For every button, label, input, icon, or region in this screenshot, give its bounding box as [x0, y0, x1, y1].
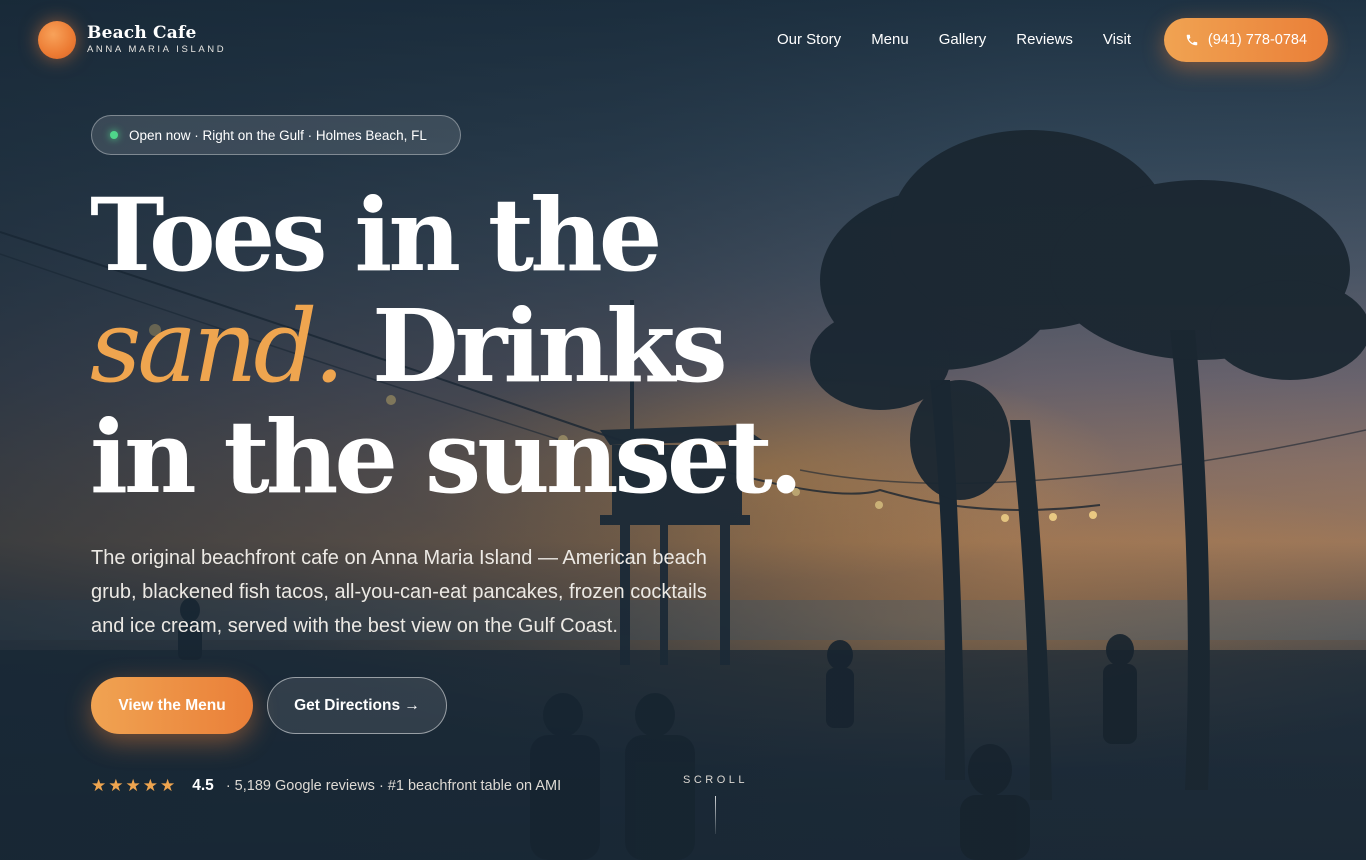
- status-badge: Open now · Right on the Gulf · Holmes Be…: [91, 115, 461, 155]
- scroll-indicator[interactable]: SCROLL: [683, 774, 747, 834]
- get-directions-button[interactable]: Get Directions →: [267, 677, 447, 734]
- nav-menu[interactable]: Menu: [871, 31, 909, 48]
- star-icon: ★: [91, 776, 107, 795]
- get-directions-label: Get Directions →: [294, 696, 420, 714]
- nav-gallery[interactable]: Gallery: [939, 31, 987, 48]
- phone-icon: [1186, 34, 1198, 46]
- phone-number: (941) 778-0784: [1207, 32, 1308, 48]
- site-header: Beach Cafe ANNA MARIA ISLAND Our Story M…: [0, 0, 1366, 80]
- brand-name: Beach Cafe: [87, 23, 197, 44]
- headline-line-2: sand. Drinks: [90, 288, 790, 405]
- star-icon: ★: [142, 776, 158, 795]
- logo-text: Beach Cafe ANNA MARIA ISLAND: [87, 25, 226, 55]
- star-icon: ★: [108, 776, 124, 795]
- logo[interactable]: Beach Cafe ANNA MARIA ISLAND: [38, 21, 226, 59]
- main-nav: Our Story Menu Gallery Reviews Visit: [777, 31, 1161, 48]
- rating-score: 4.5: [192, 777, 214, 794]
- headline-accent: sand.: [90, 288, 345, 405]
- status-text: Open now · Right on the Gulf · Holmes Be…: [129, 127, 427, 143]
- sun-logo-icon: [38, 21, 76, 59]
- scroll-line: [714, 796, 716, 834]
- rating-summary: ★ ★ ★ ★ ★ 4.5 · 5,189 Google reviews · #…: [91, 776, 561, 796]
- star-rating: ★ ★ ★ ★ ★: [91, 776, 175, 796]
- status-dot-icon: [110, 131, 118, 139]
- brand-location: ANNA MARIA ISLAND: [87, 44, 227, 56]
- rating-detail: · 5,189 Google reviews · #1 beachfront t…: [225, 778, 562, 794]
- hero-headline: Toes in the sand. Drinks in the sunset.: [90, 176, 803, 516]
- nav-visit[interactable]: Visit: [1103, 31, 1131, 48]
- view-menu-button[interactable]: View the Menu: [91, 677, 253, 734]
- hero-description: The original beachfront cafe on Anna Mar…: [91, 547, 707, 637]
- star-icon: ★: [125, 776, 141, 795]
- nav-our-story[interactable]: Our Story: [777, 31, 841, 48]
- phone-button[interactable]: (941) 778-0784: [1164, 18, 1328, 62]
- star-icon: ★: [160, 776, 176, 795]
- headline-line-1: Toes in the: [90, 176, 662, 294]
- headline-line-2-rest: Drinks: [341, 287, 728, 405]
- nav-reviews[interactable]: Reviews: [1016, 31, 1073, 48]
- headline-line-3: in the sunset.: [90, 398, 803, 516]
- scroll-label: SCROLL: [683, 774, 749, 786]
- view-menu-label: View the Menu: [118, 696, 226, 714]
